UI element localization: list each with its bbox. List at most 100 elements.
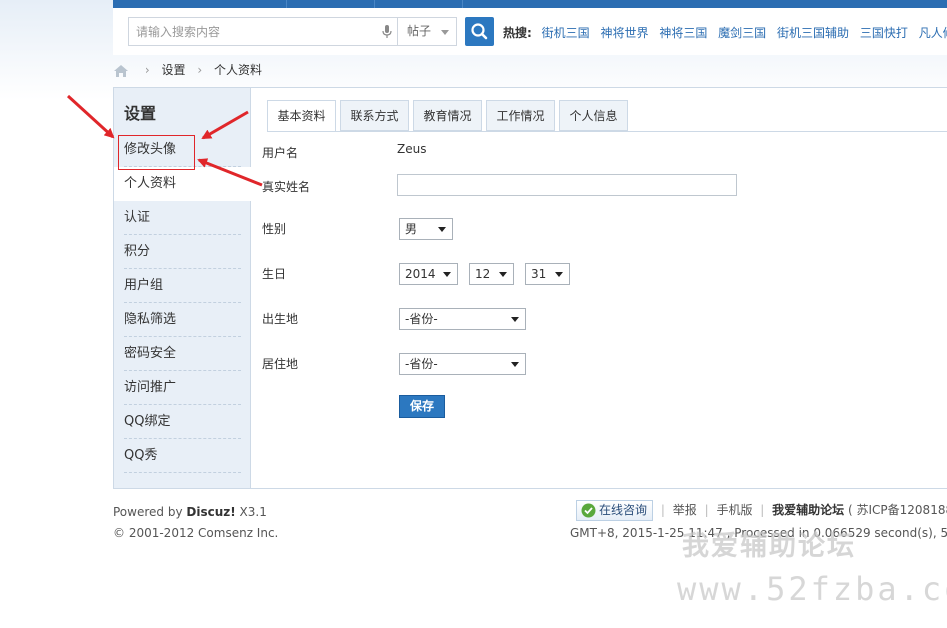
sidebar-item-qq-bind[interactable]: QQ绑定 <box>114 405 251 439</box>
page: 帖子 热搜: 街机三国 神将世界 神将三国 魔剑三国 街机三国辅助 三国快打 凡… <box>0 0 947 628</box>
birth-day-value: 31 <box>531 267 547 281</box>
sidebar-item-label: QQ秀 <box>124 448 158 463</box>
sidebar-item-password[interactable]: 密码安全 <box>114 337 251 371</box>
birth-year-select[interactable]: 2014 <box>399 263 458 285</box>
sidebar-item-verify[interactable]: 认证 <box>114 201 251 235</box>
top-nav-bar <box>113 0 947 8</box>
divider: | <box>660 503 665 517</box>
breadcrumb-separator: › <box>144 63 150 77</box>
tab-personal[interactable]: 个人信息 <box>559 100 628 131</box>
gender-select[interactable]: 男 <box>399 218 453 240</box>
chevron-down-icon <box>511 362 519 367</box>
footer-credits: Powered by Discuz! X3.1 © 2001-2012 Coms… <box>113 502 278 544</box>
sidebar-item-label: 隐私筛选 <box>124 312 177 327</box>
username-label: 用户名 <box>262 146 299 160</box>
username-value: Zeus <box>397 142 427 156</box>
profile-content: 基本资料 联系方式 教育情况 工作情况 个人信息 用户名 Zeus 真实姓名 性… <box>252 88 947 488</box>
tab-work[interactable]: 工作情况 <box>486 100 555 131</box>
forum-link[interactable]: 我爱辅助论坛 <box>772 503 844 517</box>
sidebar-item-privacy[interactable]: 隐私筛选 <box>114 303 251 337</box>
report-link[interactable]: 举报 <box>673 503 697 517</box>
breadcrumb-item: 个人资料 <box>213 63 262 77</box>
powered-prefix: Powered by <box>113 505 187 519</box>
sidebar-item-qq-show[interactable]: QQ秀 <box>114 439 251 473</box>
hot-search: 热搜: 街机三国 神将世界 神将三国 魔剑三国 街机三国辅助 三国快打 凡人修真 <box>503 24 947 41</box>
powered-version: X3.1 <box>235 505 267 519</box>
nav-separator <box>374 0 375 8</box>
hot-search-link[interactable]: 三国快打 <box>860 26 908 40</box>
hot-search-link[interactable]: 凡人修真 <box>919 26 947 40</box>
chevron-down-icon <box>438 227 446 232</box>
online-consult-label: 在线咨询 <box>599 503 648 517</box>
gender-label: 性别 <box>262 222 287 236</box>
sidebar-item-profile[interactable]: 个人资料 <box>114 167 252 201</box>
residence-label: 居住地 <box>262 357 299 371</box>
sidebar-title: 设置 <box>124 104 157 123</box>
birth-month-value: 12 <box>475 267 491 281</box>
annotation-arrow <box>66 94 115 139</box>
chevron-down-icon <box>443 272 451 277</box>
residence-select[interactable]: -省份- <box>399 353 526 375</box>
microphone-icon[interactable] <box>382 25 392 39</box>
search-input[interactable] <box>129 18 397 45</box>
sidebar-item-usergroup[interactable]: 用户组 <box>114 269 251 303</box>
nav-separator <box>462 0 463 8</box>
hot-search-label: 热搜: <box>503 26 532 40</box>
divider: | <box>704 503 709 517</box>
hot-search-link[interactable]: 神将世界 <box>600 26 648 40</box>
watermark-title: 我爱辅助论坛 <box>682 531 856 562</box>
powered-by: Powered by Discuz! X3.1 <box>113 502 278 523</box>
birth-month-select[interactable]: 12 <box>469 263 514 285</box>
annotation-highlight-box <box>118 135 195 170</box>
hot-search-link[interactable]: 街机三国辅助 <box>777 26 849 40</box>
realname-input[interactable] <box>397 174 737 196</box>
nav-separator <box>286 0 287 8</box>
copyright: © 2001-2012 Comsenz Inc. <box>113 526 279 540</box>
online-consult-button[interactable]: 在线咨询 <box>576 500 654 521</box>
search-button[interactable] <box>465 17 494 46</box>
sidebar-item-label: 密码安全 <box>124 346 177 361</box>
home-icon[interactable] <box>113 64 129 78</box>
tab-contact[interactable]: 联系方式 <box>340 100 409 131</box>
settings-panel: 设置 修改头像 个人资料 认证 积分 用户组 隐私筛选 密码安全 访问推广 QQ… <box>113 87 947 489</box>
breadcrumb-separator: › <box>197 63 203 77</box>
chat-icon <box>581 503 596 518</box>
birthplace-label: 出生地 <box>262 312 299 326</box>
search-bar: 帖子 热搜: 街机三国 神将世界 神将三国 魔剑三国 街机三国辅助 三国快打 凡… <box>113 8 947 55</box>
chevron-down-icon <box>441 30 449 35</box>
search-type-select[interactable]: 帖子 <box>397 18 457 45</box>
breadcrumb-item[interactable]: 设置 <box>161 63 185 77</box>
chevron-down-icon <box>555 272 563 277</box>
icp-text: ( 苏ICP备12081882 <box>848 503 947 517</box>
search-box: 帖子 <box>128 17 457 46</box>
sidebar-item-credits[interactable]: 积分 <box>114 235 251 269</box>
residence-value: -省份- <box>405 357 438 371</box>
footer-links: 在线咨询 | 举报 | 手机版 | 我爱辅助论坛 ( 苏ICP备12081882 <box>576 500 947 521</box>
hot-search-link[interactable]: 街机三国 <box>542 26 590 40</box>
hot-search-link[interactable]: 魔剑三国 <box>718 26 766 40</box>
birthplace-value: -省份- <box>405 312 438 326</box>
search-icon <box>471 23 488 40</box>
sidebar-item-label: 个人资料 <box>124 176 177 191</box>
sidebar-item-label: 认证 <box>124 210 151 225</box>
powered-brand[interactable]: Discuz! <box>186 505 235 519</box>
chevron-down-icon <box>511 317 519 322</box>
sidebar-item-label: QQ绑定 <box>124 414 171 429</box>
gender-value: 男 <box>405 222 418 236</box>
save-button[interactable]: 保存 <box>399 395 445 418</box>
birthday-label: 生日 <box>262 267 287 281</box>
breadcrumb: › 设置 › 个人资料 <box>113 60 262 80</box>
divider <box>124 472 241 473</box>
tab-divider <box>267 131 947 132</box>
hot-search-link[interactable]: 神将三国 <box>659 26 707 40</box>
mobile-link[interactable]: 手机版 <box>716 503 752 517</box>
tab-basic[interactable]: 基本资料 <box>267 100 336 132</box>
divider: | <box>760 503 765 517</box>
sidebar-item-promotion[interactable]: 访问推广 <box>114 371 251 405</box>
chevron-down-icon <box>499 272 507 277</box>
birth-day-select[interactable]: 31 <box>525 263 570 285</box>
tab-education[interactable]: 教育情况 <box>413 100 482 131</box>
birthplace-select[interactable]: -省份- <box>399 308 526 330</box>
search-type-value: 帖子 <box>407 24 432 38</box>
sidebar-item-label: 积分 <box>124 244 151 259</box>
